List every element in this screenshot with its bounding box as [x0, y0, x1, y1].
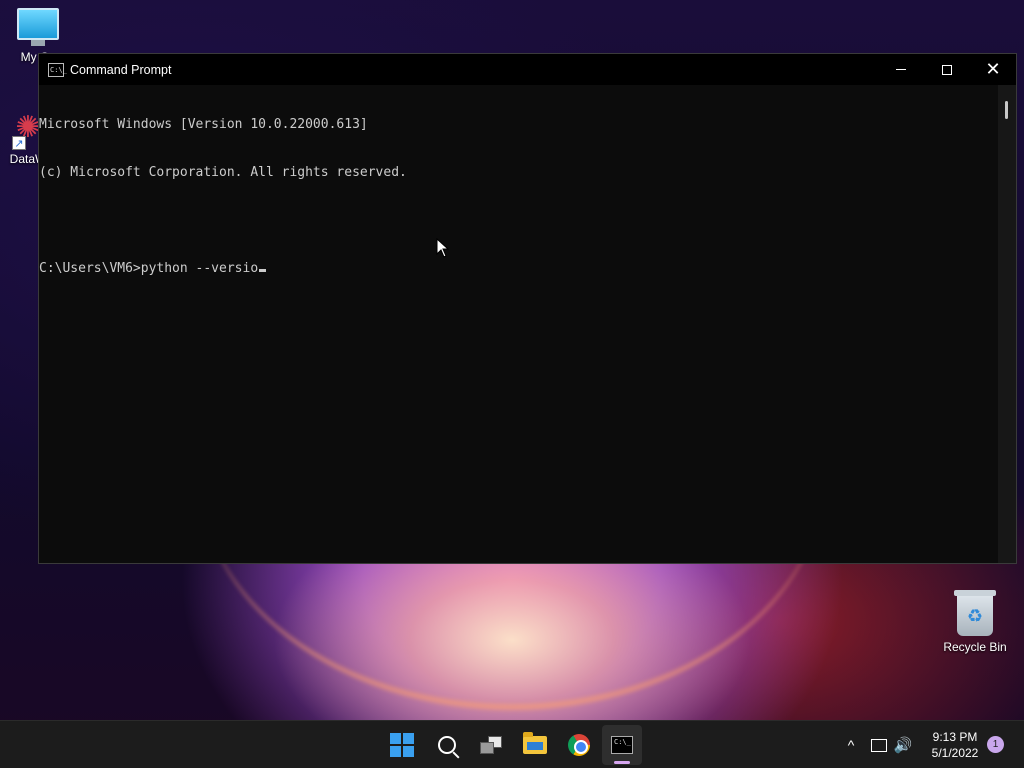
text-cursor: [259, 269, 267, 272]
clock-time: 9:13 PM: [932, 730, 978, 744]
chrome-button[interactable]: [559, 725, 599, 765]
file-explorer-icon: [523, 732, 547, 754]
command-prompt-taskbar-button[interactable]: C:\_: [602, 725, 642, 765]
computer-icon: [0, 8, 78, 46]
minimize-icon: [896, 69, 906, 70]
minimize-button[interactable]: [878, 54, 924, 85]
show-hidden-icons-button[interactable]: ^: [842, 721, 860, 768]
desktop-icon-recycle-bin[interactable]: ♻ Recycle Bin: [935, 590, 1015, 654]
window-titlebar[interactable]: C:\_ Command Prompt ✕: [39, 54, 1016, 85]
file-explorer-button[interactable]: [515, 725, 555, 765]
scrollbar-thumb[interactable]: [1005, 101, 1008, 119]
console-command-text[interactable]: C:\Users\VM6>python --versio: [39, 261, 258, 276]
close-icon: ✕: [985, 59, 1001, 80]
desktop-icon-label: Recycle Bin: [943, 640, 1007, 654]
console-output[interactable]: Microsoft Windows [Version 10.0.22000.61…: [39, 85, 998, 563]
taskbar: C:\_ ^ 🔊 9:13 PM 5/1/2022 1: [0, 720, 1024, 768]
notification-badge[interactable]: 1: [987, 736, 1004, 753]
console-line: Microsoft Windows [Version 10.0.22000.61…: [39, 117, 368, 132]
maximize-button[interactable]: [924, 54, 970, 85]
chrome-icon: [568, 734, 590, 756]
command-prompt-window[interactable]: C:\_ Command Prompt ✕ Microsoft Windows …: [38, 53, 1017, 564]
window-title: Command Prompt: [70, 62, 172, 77]
volume-icon: 🔊: [893, 737, 913, 754]
command-prompt-icon[interactable]: C:\_: [48, 62, 67, 77]
network-button[interactable]: [868, 721, 890, 768]
task-view-button[interactable]: [471, 725, 511, 765]
chevron-up-icon: ^: [847, 737, 855, 753]
clock[interactable]: 9:13 PM 5/1/2022: [922, 729, 988, 761]
console-prompt-line[interactable]: C:\Users\VM6>python --versio: [39, 261, 998, 277]
task-view-icon: [480, 736, 502, 754]
start-button[interactable]: [382, 725, 422, 765]
mouse-pointer-icon: [436, 238, 450, 258]
recycle-bin-icon: ♻: [954, 590, 996, 636]
shortcut-arrow-icon: ↗: [12, 136, 26, 150]
close-button[interactable]: ✕: [970, 54, 1016, 85]
search-icon: [438, 736, 456, 754]
vertical-scrollbar[interactable]: [998, 85, 1016, 563]
clock-date: 5/1/2022: [931, 746, 979, 760]
command-prompt-icon: C:\_: [611, 736, 633, 754]
network-icon: [871, 738, 887, 752]
search-button[interactable]: [427, 725, 467, 765]
active-app-indicator: [614, 761, 630, 764]
console-line: (c) Microsoft Corporation. All rights re…: [39, 165, 407, 180]
windows-start-icon: [390, 733, 414, 757]
volume-button[interactable]: 🔊: [892, 721, 914, 768]
maximize-icon: [942, 64, 952, 75]
